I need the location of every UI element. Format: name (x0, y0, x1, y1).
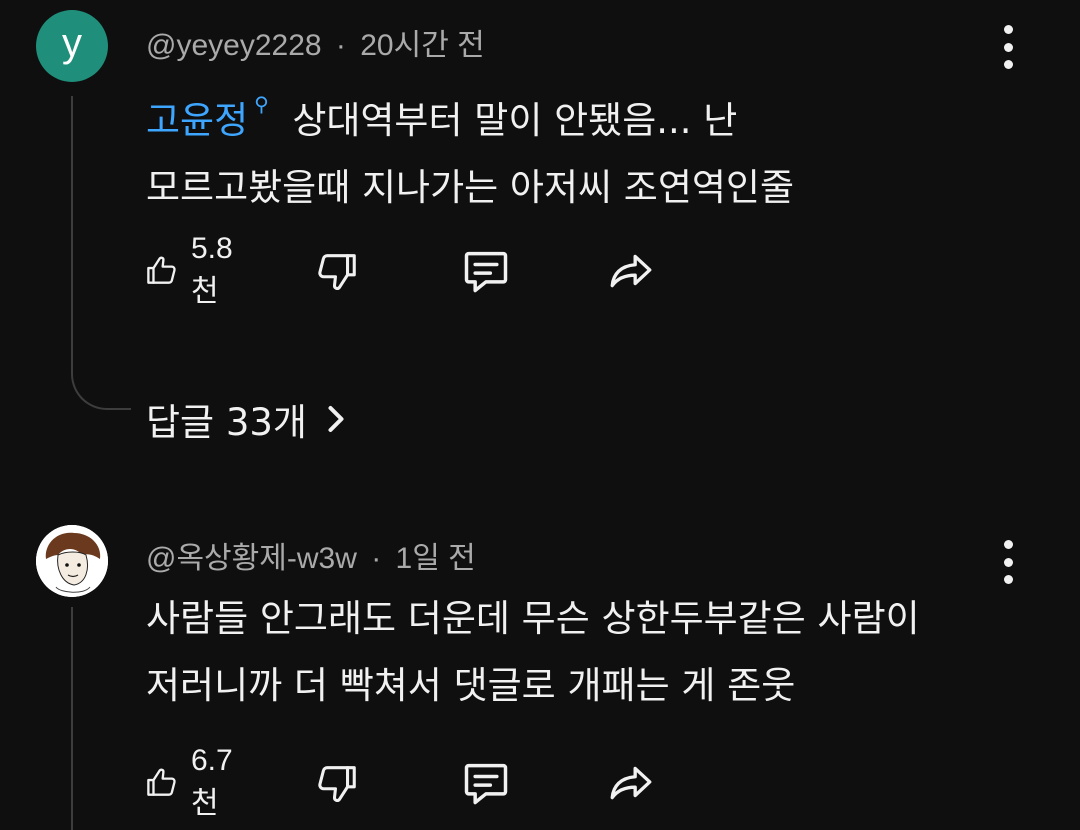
meta-separator: · (335, 29, 346, 62)
more-options-icon[interactable] (994, 540, 1022, 584)
thumbs-up-icon (147, 256, 176, 284)
avatar-letter: y (62, 21, 82, 65)
like-count: 6.7천 (191, 744, 233, 820)
comment-meta: @옥상황제-w3w · 1일 전 (146, 533, 476, 577)
search-mini-icon: ⚲ (254, 92, 269, 116)
comment-time: 1일 전 (395, 542, 476, 575)
thumbs-down-icon (318, 254, 356, 290)
comment-text: 사람들 안그래도 더운데 무슨 상한두부같은 사람이 저러니까 더 빡쳐서 댓글… (146, 585, 1026, 719)
comment-icon (464, 251, 508, 293)
replies-label: 답글 33개 (146, 401, 307, 444)
thumbs-up-icon (147, 768, 176, 796)
comment-line-2: 모르고봤을때 지나가는 아저씨 조연역인줄 (146, 166, 795, 209)
thumbs-down-icon (318, 766, 356, 802)
chevron-right-icon (325, 404, 347, 434)
avatar[interactable]: y (36, 10, 108, 82)
comment-meta: @yeyey2228 · 20시간 전 (146, 20, 485, 64)
share-button[interactable] (606, 758, 656, 808)
thread-line (71, 607, 73, 830)
mention-link[interactable]: 고윤정 ⚲ (146, 92, 269, 142)
like-button[interactable]: 5.8천 (144, 232, 244, 308)
share-icon (610, 254, 652, 288)
comment-line-2: 저러니까 더 빡쳐서 댓글로 개패는 게 존웃 (146, 664, 796, 707)
comment-time: 20시간 전 (360, 29, 485, 62)
avatar[interactable] (36, 525, 108, 597)
share-button[interactable] (606, 246, 656, 296)
thread-line-curve (71, 370, 131, 410)
like-button[interactable]: 6.7천 (144, 744, 244, 820)
view-replies-button[interactable]: 답글 33개 (146, 392, 347, 446)
author-name[interactable]: @yeyey2228 (146, 29, 322, 62)
dislike-button[interactable] (314, 246, 360, 296)
reply-button[interactable] (460, 758, 512, 808)
comment-line-1: 상대역부터 말이 안됐음... 난 (292, 99, 738, 142)
like-count: 5.8천 (191, 232, 233, 308)
reply-button[interactable] (460, 246, 512, 296)
thread-line (71, 96, 73, 374)
author-name[interactable]: @옥상황제-w3w (146, 542, 357, 575)
more-options-icon[interactable] (994, 25, 1022, 69)
dislike-button[interactable] (314, 758, 360, 808)
comment-icon (464, 763, 508, 805)
share-icon (610, 766, 652, 800)
comment-text: 고윤정 ⚲ 상대역부터 말이 안됐음... 난 모르고봤을때 지나가는 아저씨 조… (146, 71, 1026, 221)
meta-separator: · (371, 542, 382, 575)
cartoon-avatar-image (36, 525, 108, 597)
comment-line-1: 사람들 안그래도 더운데 무슨 상한두부같은 사람이 (146, 597, 920, 640)
